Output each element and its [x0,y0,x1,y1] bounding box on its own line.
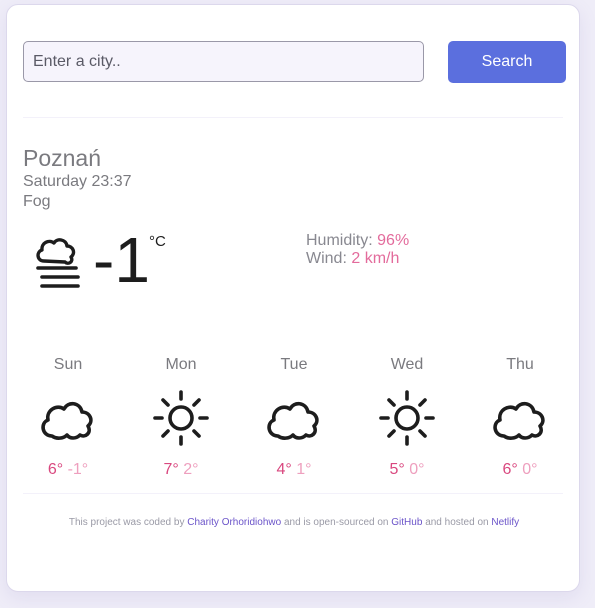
forecast-day-name: Tue [280,356,308,373]
forecast-temps: 7° 2° [141,461,221,479]
wind-value: 2 km/h [351,250,400,267]
forecast-max: 7° [163,461,179,478]
cloud-icon [267,401,319,440]
forecast-day: Wed 5° 0° [367,355,447,479]
forecast-day-name: Wed [390,356,424,373]
forecast-min: 1° [296,461,312,478]
forecast-max: 5° [389,461,405,478]
current-datetime: Saturday 23:37 [23,173,132,190]
forecast-min: 0° [522,461,538,478]
fog-icon [36,238,80,288]
forecast-day: Sun 6° -1° [28,355,108,479]
forecast-temps: 5° 0° [367,461,447,479]
city-search-input[interactable] [23,41,424,82]
github-link[interactable]: GitHub [391,517,422,528]
forecast-temps: 6° 0° [480,461,560,479]
forecast-min: 0° [409,461,425,478]
author-link[interactable]: Charity Orhoridiohwo [187,517,281,528]
wind-label: Wind: [306,250,347,267]
forecast-day-name: Thu [506,356,534,373]
forecast-day-name: Mon [165,356,197,373]
search-button[interactable]: Search [448,41,566,83]
cloud-icon [41,401,93,440]
sun-icon [153,390,209,446]
footer-text: and is open-sourced on [283,517,389,528]
temperature-unit: °C [149,233,166,250]
weather-description: Fog [23,193,51,210]
weather-details: Humidity: 96% Wind: 2 km/h [306,232,409,268]
cloud-icon [493,401,545,440]
wind-row: Wind: 2 km/h [306,250,409,268]
humidity-label: Humidity: [306,232,373,249]
footer: This project was coded by Charity Orhori… [7,517,581,528]
forecast-temps: 6° -1° [28,461,108,479]
current-temperature: -1 [93,224,150,296]
humidity-row: Humidity: 96% [306,232,409,250]
forecast-day-name: Sun [53,356,83,373]
forecast-day: Thu 6° 0° [480,355,560,479]
forecast-max: 6° [502,461,518,478]
sun-icon [379,390,435,446]
forecast-day: Tue 4° 1° [254,355,334,479]
city-name: Poznań [23,145,102,171]
forecast-max: 6° [47,461,64,478]
footer-text: This project was coded by [68,517,185,528]
divider [23,493,563,494]
netlify-link[interactable]: Netlify [491,517,519,528]
divider [23,117,563,118]
forecast-max: 4° [276,461,292,478]
footer-text: and hosted on [425,517,489,528]
forecast-min: -1° [67,461,89,478]
forecast-day: Mon 7° 2° [141,355,221,479]
humidity-value: 96% [377,232,410,249]
forecast-temps: 4° 1° [254,461,334,479]
weather-card: Search Poznań Saturday 23:37 Fog -1 °C H… [6,4,580,592]
forecast-min: 2° [183,461,199,478]
